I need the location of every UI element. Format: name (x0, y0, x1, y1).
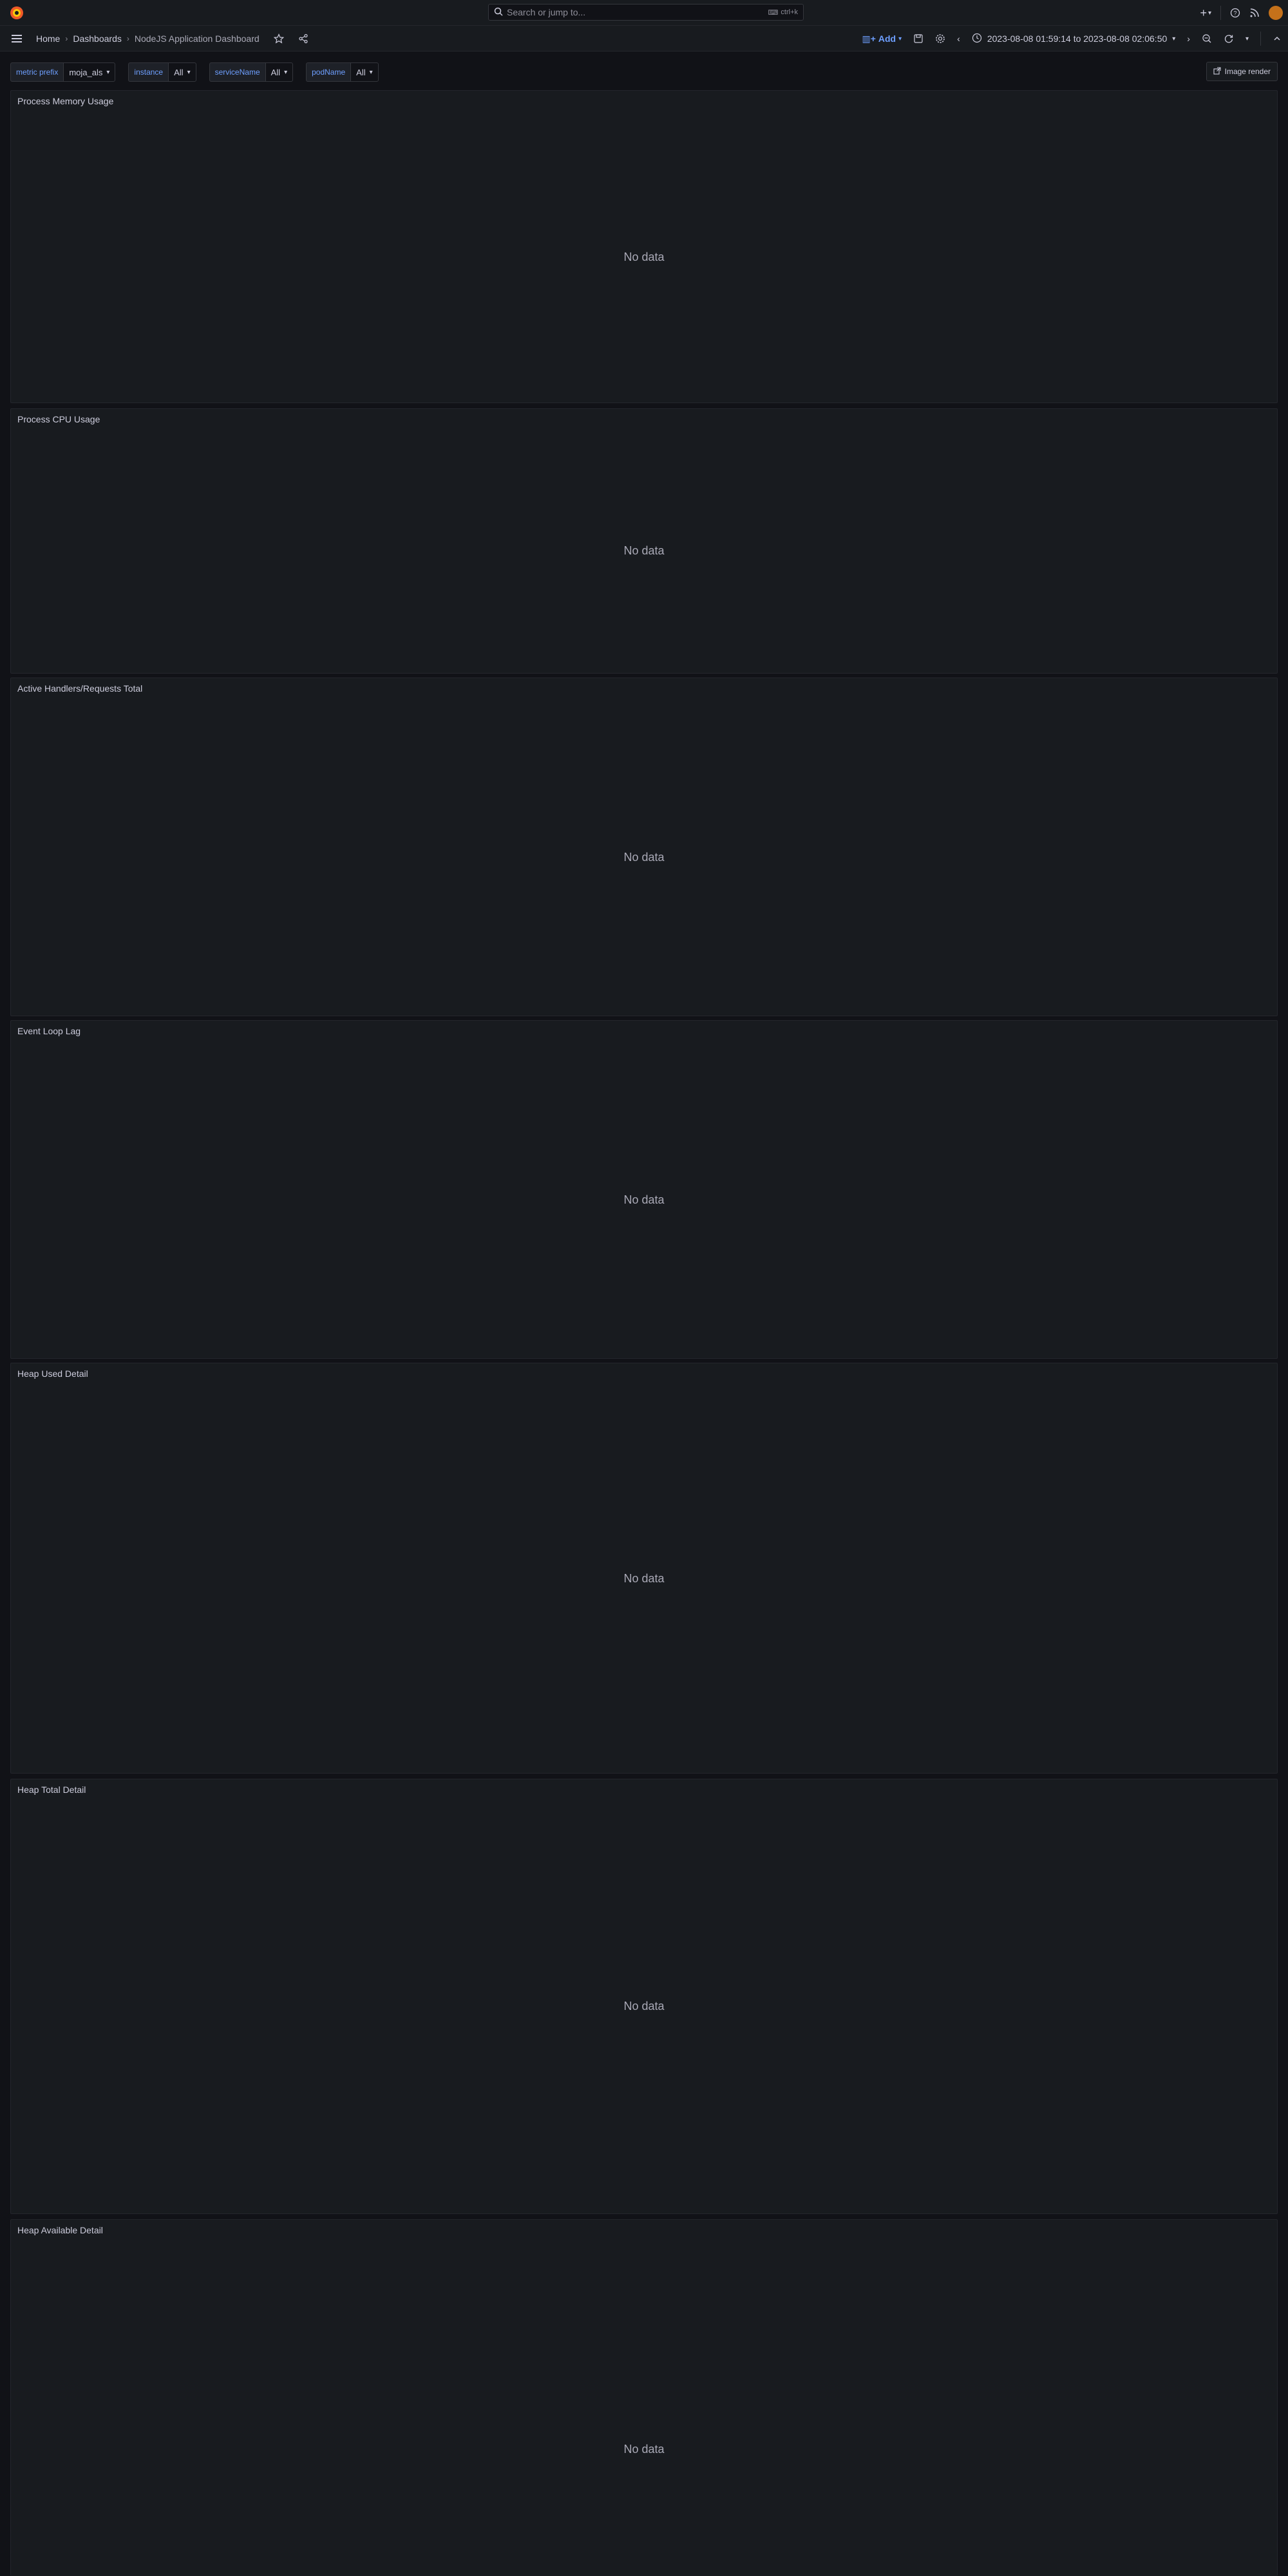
chevron-down-icon: ▾ (187, 68, 191, 76)
zoom-out-icon[interactable] (1202, 33, 1212, 44)
keyboard-icon: ⌨ (768, 8, 779, 17)
panel-heap-available: Heap Available Detail No data (10, 2219, 1278, 2576)
variable-value: All (270, 67, 281, 77)
svg-text:?: ? (1233, 10, 1236, 17)
variable-value: All (356, 67, 366, 77)
variable-metric-prefix: metric prefix moja_als ▾ (10, 62, 116, 82)
clock-icon (972, 33, 982, 45)
panel-active-handlers: Active Handlers/Requests Total No data (10, 677, 1278, 1016)
panel-title[interactable]: Heap Used Detail (17, 1368, 88, 1379)
new-plus-icon[interactable]: + ▾ (1200, 6, 1211, 20)
top-right-actions: + ▾ ? (1200, 0, 1283, 26)
chevron-down-icon: ▾ (898, 35, 902, 43)
panel-title[interactable]: Process CPU Usage (17, 414, 100, 424)
variable-label: metric prefix (10, 62, 64, 82)
time-forward-icon[interactable]: › (1187, 33, 1190, 44)
no-data-message: No data (623, 2443, 665, 2456)
panel-title[interactable]: Active Handlers/Requests Total (17, 683, 142, 694)
variable-label: instance (128, 62, 169, 82)
time-back-icon[interactable]: ‹ (957, 33, 960, 44)
external-link-icon (1213, 66, 1221, 77)
star-icon[interactable] (273, 33, 284, 44)
share-icon[interactable] (298, 33, 308, 44)
chevron-right-icon: › (65, 34, 68, 43)
chevron-down-icon: ▾ (284, 68, 288, 76)
collapse-chevron-up-icon[interactable] (1273, 34, 1282, 43)
time-range-label: 2023-08-08 01:59:14 to 2023-08-08 02:06:… (987, 33, 1168, 44)
user-avatar[interactable] (1269, 6, 1283, 20)
no-data-message: No data (623, 851, 665, 864)
refresh-icon[interactable] (1224, 33, 1234, 44)
variable-label: podName (306, 62, 351, 82)
variable-instance: instance All ▾ (128, 62, 196, 82)
add-button-label: Add (878, 33, 896, 44)
panel-title[interactable]: Heap Available Detail (17, 2225, 103, 2235)
breadcrumb-home[interactable]: Home (36, 33, 60, 44)
search-input[interactable]: Search or jump to... ⌨ ctrl+k (488, 4, 804, 21)
refresh-interval-chevron-icon[interactable]: ▾ (1245, 35, 1249, 43)
chevron-right-icon: › (126, 34, 129, 43)
chevron-down-icon: ▾ (1172, 35, 1176, 43)
variable-select[interactable]: All ▾ (265, 62, 294, 82)
add-button[interactable]: ▥+ Add ▾ (862, 33, 902, 44)
variable-value: All (174, 67, 184, 77)
panel-process-memory: Process Memory Usage No data (10, 90, 1278, 403)
top-bar: Search or jump to... ⌨ ctrl+k + ▾ ? (0, 0, 1288, 26)
breadcrumb-dashboards[interactable]: Dashboards (73, 33, 122, 44)
time-range-picker[interactable]: 2023-08-08 01:59:14 to 2023-08-08 02:06:… (972, 33, 1175, 45)
news-rss-icon[interactable] (1249, 8, 1260, 18)
search-icon (494, 7, 503, 18)
no-data-message: No data (623, 251, 665, 263)
panel-heap-used: Heap Used Detail No data (10, 1363, 1278, 1774)
chevron-down-icon: ▾ (369, 68, 373, 76)
panel-heap-total: Heap Total Detail No data (10, 1779, 1278, 2214)
no-data-message: No data (623, 1193, 665, 1206)
template-variables: metric prefix moja_als ▾ instance All ▾ … (10, 62, 379, 82)
no-data-message: No data (623, 544, 665, 557)
variable-select[interactable]: All ▾ (168, 62, 196, 82)
divider (1260, 32, 1261, 46)
menu-icon[interactable] (10, 32, 23, 45)
image-render-link[interactable]: Image render (1206, 62, 1278, 81)
variable-select[interactable]: All ▾ (350, 62, 379, 82)
variable-label: serviceName (209, 62, 265, 82)
breadcrumb: Home › Dashboards › NodeJS Application D… (36, 26, 308, 52)
chevron-down-icon: ▾ (106, 68, 110, 76)
panel-title[interactable]: Event Loop Lag (17, 1026, 80, 1036)
breadcrumb-current: NodeJS Application Dashboard (134, 33, 260, 44)
image-render-label: Image render (1224, 67, 1271, 76)
variable-pod-name: podName All ▾ (306, 62, 379, 82)
variable-value: moja_als (69, 67, 103, 77)
panel-title[interactable]: Heap Total Detail (17, 1785, 86, 1795)
settings-gear-icon[interactable] (935, 33, 945, 44)
divider (1220, 6, 1221, 20)
no-data-message: No data (623, 1572, 665, 1585)
panel-title[interactable]: Process Memory Usage (17, 96, 113, 106)
help-icon[interactable]: ? (1230, 8, 1240, 18)
dashboard-toolbar: ▥+ Add ▾ ‹ 2023-08-08 01:59:14 to 2023-0… (862, 26, 1282, 52)
search-placeholder: Search or jump to... (507, 7, 586, 17)
panel-event-loop-lag: Event Loop Lag No data (10, 1020, 1278, 1359)
panel-process-cpu: Process CPU Usage No data (10, 408, 1278, 674)
dashboard-navbar: Home › Dashboards › NodeJS Application D… (0, 26, 1288, 52)
add-panel-icon: ▥+ (862, 33, 876, 44)
save-icon[interactable] (913, 33, 923, 44)
grafana-logo-icon[interactable] (9, 5, 24, 21)
search-shortcut: ⌨ ctrl+k (768, 8, 798, 17)
no-data-message: No data (623, 2000, 665, 2012)
variable-select[interactable]: moja_als ▾ (63, 62, 116, 82)
variable-service-name: serviceName All ▾ (209, 62, 294, 82)
search-shortcut-label: ctrl+k (781, 8, 798, 16)
